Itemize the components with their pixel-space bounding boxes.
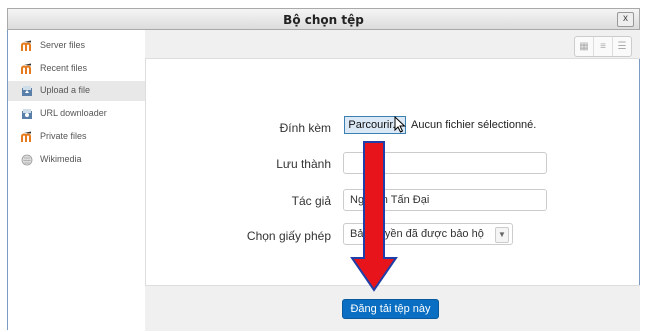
sidebar-item-url-downloader[interactable]: URL downloader [8, 104, 145, 124]
moodle-icon [21, 40, 31, 51]
moodle-icon [21, 131, 31, 142]
save-as-label: Lưu thành [276, 157, 331, 171]
sidebar-item-label: Upload a file [40, 85, 91, 95]
mouse-cursor-icon [394, 116, 406, 133]
sidebar-item-label: Server files [40, 40, 86, 50]
wikimedia-icon [21, 154, 33, 166]
sidebar-item-label: URL downloader [40, 108, 107, 118]
upload-file-button[interactable]: Đăng tải tệp này [342, 299, 439, 319]
no-file-status: Aucun fichier sélectionné. [411, 119, 537, 131]
sidebar-item-recent-files[interactable]: Recent files [8, 59, 145, 79]
red-arrow-annotation [350, 141, 398, 292]
sidebar-item-wikimedia[interactable]: Wikimedia [8, 150, 145, 170]
sidebar-item-private-files[interactable]: Private files [8, 127, 145, 147]
moodle-icon [21, 63, 31, 74]
sidebar-item-upload-file[interactable]: Upload a file [8, 81, 145, 101]
sidebar-item-server-files[interactable]: Server files [8, 36, 145, 56]
chevron-down-icon: ▼ [495, 227, 509, 243]
sidebar-item-label: Recent files [40, 63, 88, 73]
attachment-label: Đính kèm [279, 121, 331, 135]
sidebar-item-label: Wikimedia [40, 154, 82, 164]
tree-view-icon[interactable]: ☰ [613, 37, 631, 56]
upload-icon [22, 86, 32, 96]
view-toolbar: ▦ ≡ ☰ [145, 30, 640, 59]
dialog-titlebar: Bộ chọn tệp x [7, 8, 640, 30]
view-switcher: ▦ ≡ ☰ [574, 36, 632, 57]
author-label: Tác giả [291, 194, 331, 208]
repository-sidebar: Server files Recent files Upload a file … [8, 30, 146, 330]
list-view-icon[interactable]: ≡ [594, 37, 613, 56]
close-button[interactable]: x [617, 12, 634, 27]
dialog-title: Bộ chọn tệp [283, 13, 364, 27]
grid-view-icon[interactable]: ▦ [575, 37, 594, 56]
url-icon [22, 109, 32, 119]
license-label: Chọn giấy phép [246, 229, 331, 243]
sidebar-item-label: Private files [40, 131, 87, 141]
